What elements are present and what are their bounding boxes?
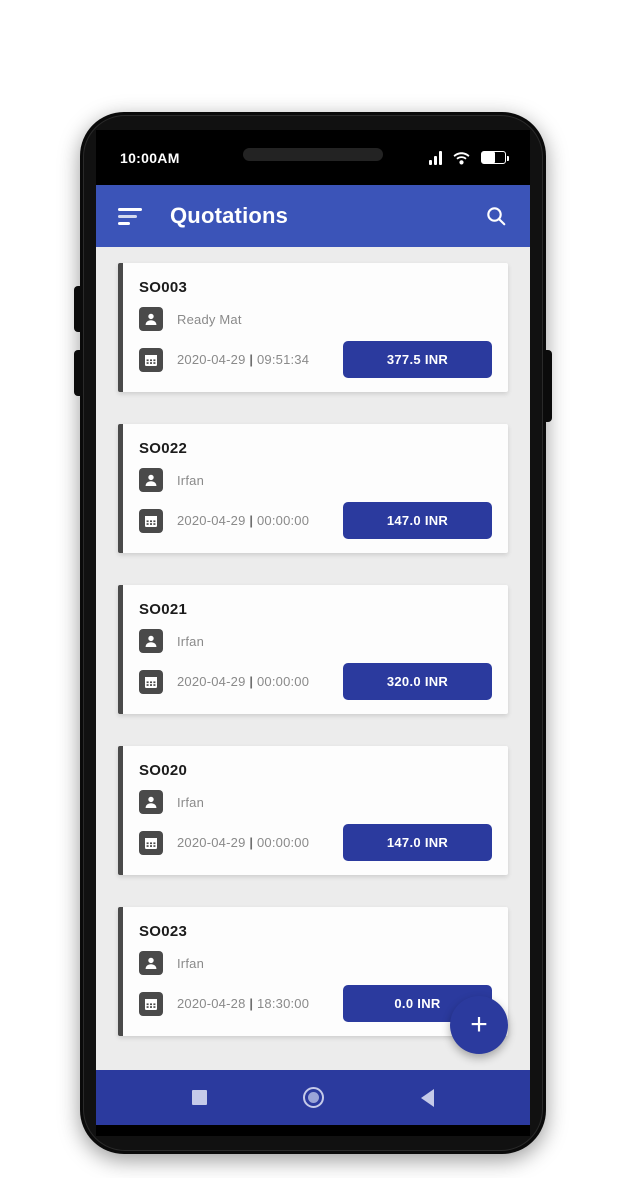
customer-name: Irfan — [177, 955, 205, 971]
quotation-datetime: 2020-04-29 | 00:00:00 — [177, 513, 309, 528]
amount-button[interactable]: 377.5 INR — [343, 341, 492, 378]
quotation-code: SO022 — [139, 440, 188, 457]
circle-home-icon — [302, 1087, 324, 1108]
person-icon — [139, 468, 163, 492]
status-bar-time: 10:00AM — [120, 149, 180, 166]
status-bar: 10:00AM — [96, 130, 530, 185]
customer-row: Irfan — [139, 468, 492, 492]
quotation-date: 2020-04-29 — [177, 835, 246, 850]
datetime-separator: | — [249, 835, 254, 850]
person-icon — [139, 307, 163, 331]
datetime-separator: | — [249, 513, 254, 528]
quotation-card[interactable]: SO022 Irfan 2020-04-29 | 00:00:00 147.0 … — [118, 424, 508, 553]
hamburger-menu-icon[interactable] — [118, 207, 144, 225]
quotation-date: 2020-04-29 — [177, 513, 246, 528]
amount-button[interactable]: 320.0 INR — [343, 663, 492, 700]
phone-screen: 10:00AM Quotations SO003 Ready Mat 2020-… — [96, 130, 530, 1136]
quotation-date: 2020-04-29 — [177, 674, 246, 689]
quotation-code: SO021 — [139, 601, 188, 618]
volume-up-button[interactable] — [74, 286, 83, 332]
quotation-time: 09:51:34 — [256, 352, 310, 367]
wifi-icon — [453, 151, 470, 165]
search-icon[interactable] — [484, 204, 508, 228]
quotation-card[interactable]: SO020 Irfan 2020-04-29 | 00:00:00 147.0 … — [118, 746, 508, 875]
status-bar-icons — [429, 150, 509, 165]
calendar-icon — [139, 347, 163, 372]
customer-name: Irfan — [177, 633, 205, 649]
date-amount-row: 2020-04-28 | 18:30:00 0.0 INR — [139, 985, 492, 1022]
date-amount-row: 2020-04-29 | 09:51:34 377.5 INR — [139, 341, 492, 378]
date-amount-row: 2020-04-29 | 00:00:00 320.0 INR — [139, 663, 492, 700]
triangle-back-icon — [420, 1088, 434, 1107]
calendar-icon — [139, 830, 163, 855]
quotation-datetime: 2020-04-29 | 00:00:00 — [177, 674, 309, 689]
amount-button[interactable]: 147.0 INR — [343, 502, 492, 539]
person-icon — [139, 629, 163, 653]
customer-row: Ready Mat — [139, 307, 492, 331]
datetime-separator: | — [249, 996, 254, 1011]
calendar-icon — [139, 991, 163, 1016]
nav-home-button[interactable] — [293, 1078, 333, 1118]
datetime-separator: | — [249, 352, 254, 367]
signal-icon — [429, 150, 442, 165]
quotation-time: 00:00:00 — [256, 835, 310, 850]
nav-recents-button[interactable] — [179, 1078, 219, 1118]
quotation-datetime: 2020-04-29 | 00:00:00 — [177, 835, 309, 850]
quotation-time: 00:00:00 — [256, 513, 310, 528]
quotation-code: SO023 — [139, 923, 188, 940]
quotation-date: 2020-04-29 — [177, 352, 246, 367]
nav-back-button[interactable] — [407, 1078, 447, 1118]
person-icon — [139, 951, 163, 975]
customer-row: Irfan — [139, 951, 492, 975]
datetime-separator: | — [249, 674, 254, 689]
page-title: Quotations — [170, 203, 289, 228]
customer-name: Irfan — [177, 794, 205, 810]
add-quotation-fab[interactable]: + — [450, 996, 508, 1054]
quotation-code: SO003 — [139, 279, 188, 296]
quotation-list[interactable]: SO003 Ready Mat 2020-04-29 | 09:51:34 37… — [96, 247, 530, 1070]
quotation-date: 2020-04-28 — [177, 996, 246, 1011]
power-button[interactable] — [543, 350, 552, 422]
calendar-icon — [139, 508, 163, 533]
quotation-time: 00:00:00 — [256, 674, 310, 689]
amount-button[interactable]: 147.0 INR — [343, 824, 492, 861]
quotation-time: 18:30:00 — [256, 996, 310, 1011]
app-bar: Quotations — [96, 185, 530, 247]
quotation-card[interactable]: SO003 Ready Mat 2020-04-29 | 09:51:34 37… — [118, 263, 508, 392]
android-nav-bar — [96, 1070, 530, 1125]
quotation-card[interactable]: SO023 Irfan 2020-04-28 | 18:30:00 0.0 IN… — [118, 907, 508, 1036]
quotation-code: SO020 — [139, 762, 188, 779]
notch-speaker — [243, 148, 383, 161]
customer-row: Irfan — [139, 790, 492, 814]
square-recents-icon — [191, 1090, 207, 1105]
calendar-icon — [139, 669, 163, 694]
plus-icon: + — [470, 1008, 488, 1041]
quotation-datetime: 2020-04-29 | 09:51:34 — [177, 352, 309, 367]
quotation-datetime: 2020-04-28 | 18:30:00 — [177, 996, 309, 1011]
date-amount-row: 2020-04-29 | 00:00:00 147.0 INR — [139, 502, 492, 539]
battery-icon — [481, 151, 509, 164]
customer-name: Irfan — [177, 472, 205, 488]
customer-name: Ready Mat — [177, 311, 242, 327]
person-icon — [139, 790, 163, 814]
date-amount-row: 2020-04-29 | 00:00:00 147.0 INR — [139, 824, 492, 861]
quotation-card[interactable]: SO021 Irfan 2020-04-29 | 00:00:00 320.0 … — [118, 585, 508, 714]
customer-row: Irfan — [139, 629, 492, 653]
volume-down-button[interactable] — [74, 350, 83, 396]
